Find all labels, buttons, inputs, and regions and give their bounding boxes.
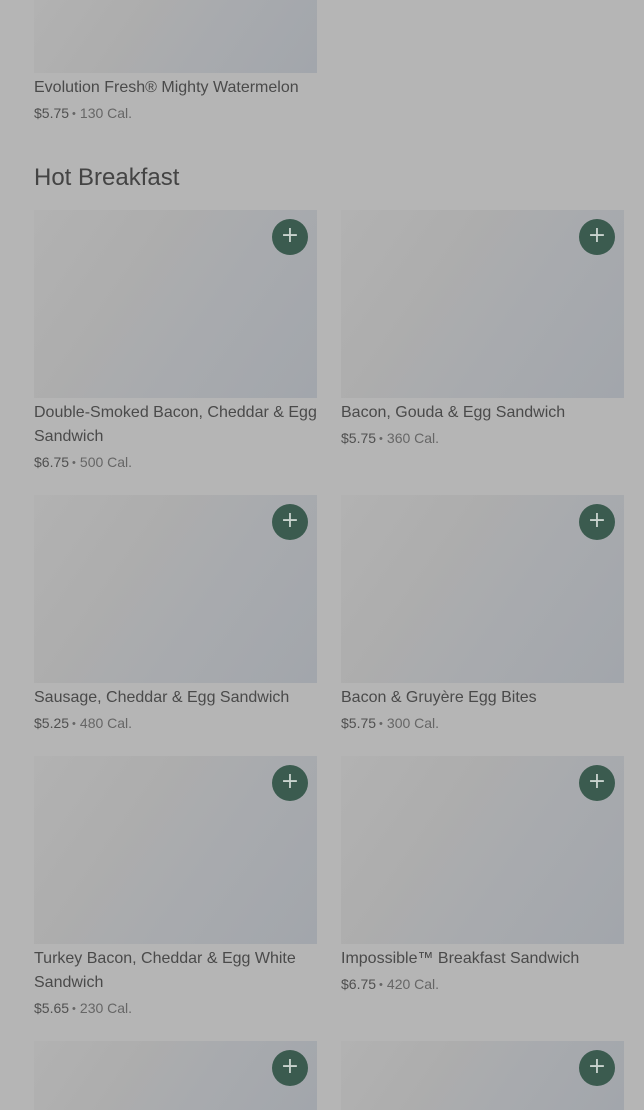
product-calories: 300 Cal.: [386, 715, 440, 731]
product-image-watermelon[interactable]: [34, 0, 317, 73]
product-meta: $5.75 • 360 Cal.: [341, 429, 439, 449]
separator-dot: •: [379, 718, 383, 730]
section-title: Hot Breakfast: [34, 164, 180, 191]
product-calories: 420 Cal.: [386, 976, 440, 992]
product-calories: 360 Cal.: [386, 430, 440, 446]
product-meta: $5.75 • 300 Cal.: [341, 714, 439, 734]
product-calories: 230 Cal.: [79, 1000, 133, 1016]
product-name[interactable]: Sausage, Cheddar & Egg Sandwich: [34, 686, 317, 710]
product-meta: $5.65 • 230 Cal.: [34, 999, 132, 1019]
product-price: $5.25: [34, 715, 70, 731]
add-to-order-button[interactable]: +: [579, 219, 615, 255]
separator-dot: •: [72, 108, 76, 120]
separator-dot: •: [379, 433, 383, 445]
add-to-order-button[interactable]: +: [579, 1050, 615, 1086]
product-name[interactable]: Bacon & Gruyère Egg Bites: [341, 686, 624, 710]
product-name[interactable]: Turkey Bacon, Cheddar & Egg White Sandwi…: [34, 947, 317, 995]
product-price: $6.75: [341, 976, 377, 992]
product-price: $5.75: [34, 105, 70, 121]
product-price: $5.75: [341, 715, 377, 731]
product-meta: $5.25 • 480 Cal.: [34, 714, 132, 734]
product-calories: 480 Cal.: [79, 715, 133, 731]
add-to-order-button[interactable]: +: [272, 504, 308, 540]
menu-page: Evolution Fresh® Mighty Watermelon $5.75…: [0, 0, 644, 1110]
separator-dot: •: [72, 457, 76, 469]
product-calories: 130 Cal.: [79, 105, 133, 121]
product-calories: 500 Cal.: [79, 454, 133, 470]
product-price: $6.75: [34, 454, 70, 470]
add-to-order-button[interactable]: +: [579, 504, 615, 540]
separator-dot: •: [72, 1003, 76, 1015]
add-to-order-button[interactable]: +: [272, 765, 308, 801]
product-name[interactable]: Evolution Fresh® Mighty Watermelon: [34, 76, 317, 100]
add-to-order-button[interactable]: +: [272, 1050, 308, 1086]
product-name[interactable]: Impossible™ Breakfast Sandwich: [341, 947, 624, 971]
separator-dot: •: [72, 718, 76, 730]
product-meta: $5.75 • 130 Cal.: [34, 104, 132, 124]
product-price: $5.65: [34, 1000, 70, 1016]
product-name[interactable]: Bacon, Gouda & Egg Sandwich: [341, 401, 624, 425]
product-price: $5.75: [341, 430, 377, 446]
product-meta: $6.75 • 500 Cal.: [34, 453, 132, 473]
product-name[interactable]: Double-Smoked Bacon, Cheddar & Egg Sandw…: [34, 401, 317, 449]
separator-dot: •: [379, 979, 383, 991]
product-meta: $6.75 • 420 Cal.: [341, 975, 439, 995]
add-to-order-button[interactable]: +: [579, 765, 615, 801]
add-to-order-button[interactable]: +: [272, 219, 308, 255]
